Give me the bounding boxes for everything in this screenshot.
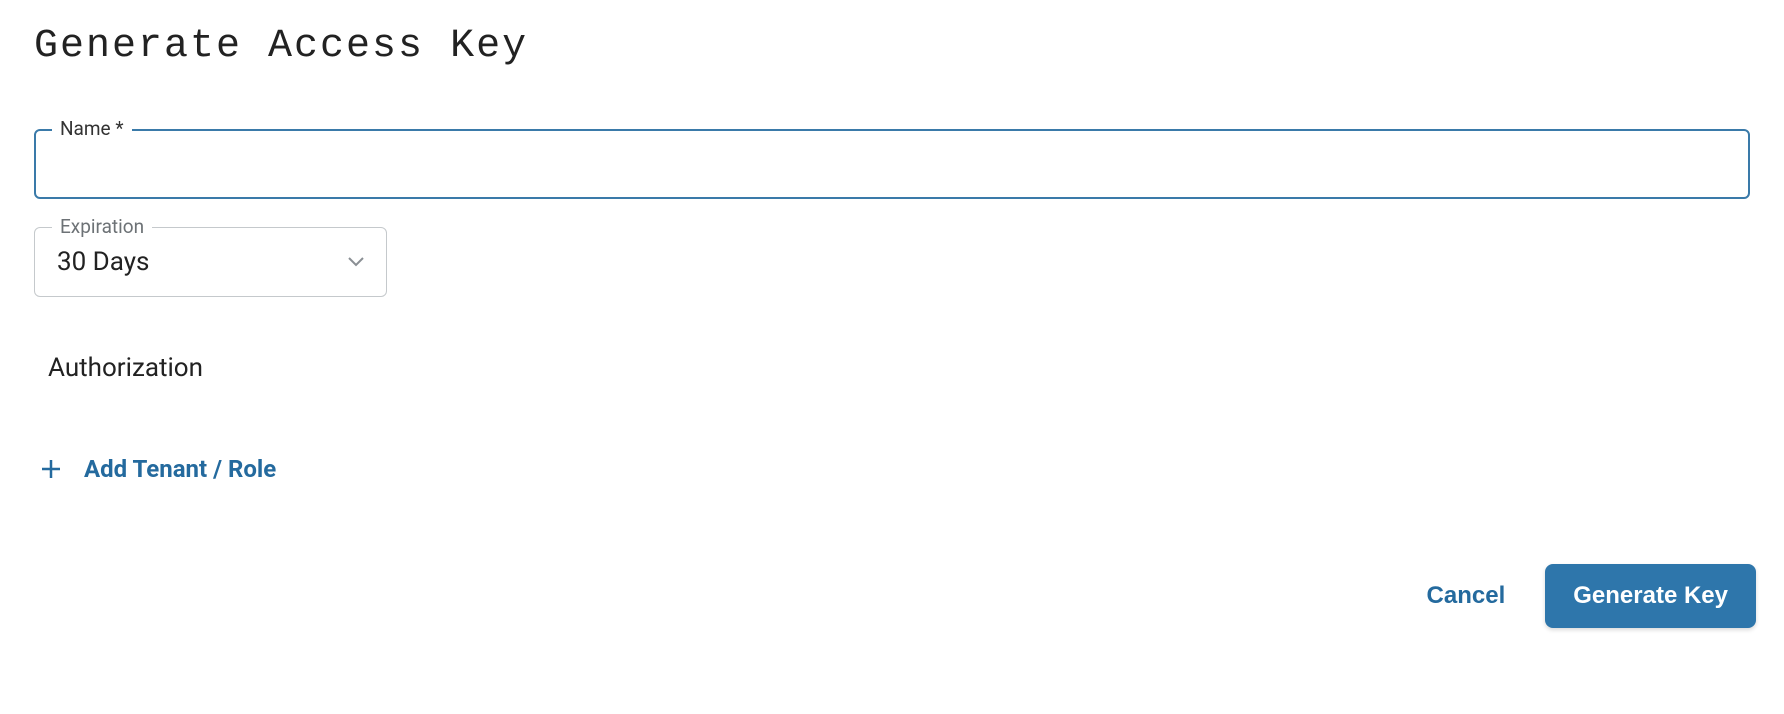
chevron-down-icon (348, 257, 364, 267)
expiration-field-label: Expiration (52, 215, 152, 238)
authorization-heading: Authorization (48, 353, 1750, 383)
name-field-label: Name * (52, 117, 132, 140)
expiration-field: Expiration 30 Days (34, 227, 387, 297)
name-field-box (34, 129, 1750, 199)
expiration-selected-value: 30 Days (57, 247, 149, 277)
add-tenant-role-button[interactable]: Add Tenant / Role (40, 455, 276, 483)
dialog-footer: Cancel Generate Key (1417, 564, 1756, 628)
page-title: Generate Access Key (34, 24, 1750, 69)
name-field: Name * (34, 129, 1750, 199)
add-tenant-role-label: Add Tenant / Role (84, 455, 276, 483)
generate-key-button[interactable]: Generate Key (1545, 564, 1756, 628)
cancel-button[interactable]: Cancel (1417, 568, 1516, 624)
plus-icon (40, 458, 62, 480)
name-input[interactable] (54, 144, 1730, 184)
